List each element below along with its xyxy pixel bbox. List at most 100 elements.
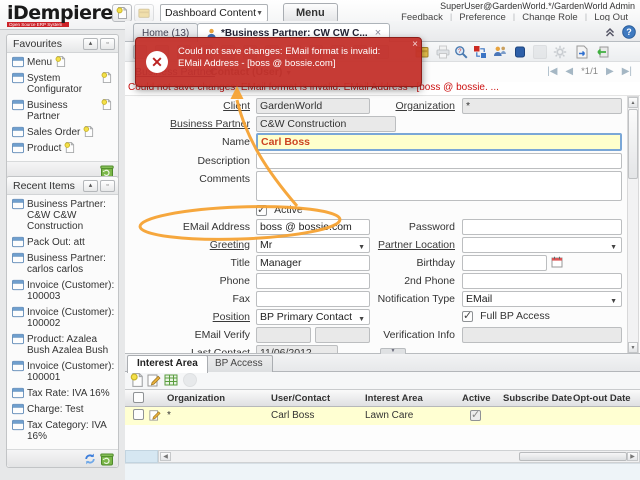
column-header-opt-out-date[interactable]: Opt-out Date: [573, 393, 631, 404]
column-header-active[interactable]: Active: [462, 393, 491, 404]
dashboard-content-select[interactable]: Dashboard Content ▼: [160, 4, 268, 22]
previous-record-button[interactable]: ◀: [565, 66, 573, 77]
scroll-up-button[interactable]: ▲: [628, 97, 638, 108]
detail-toolbar: [125, 372, 640, 389]
grid-toggle-icon[interactable]: [164, 373, 178, 387]
folder-button[interactable]: [134, 4, 154, 22]
table-horizontal-scrollbar[interactable]: ◀ ▶: [125, 450, 640, 463]
new-record-icon[interactable]: [101, 72, 112, 83]
print-preview-icon[interactable]: [454, 45, 468, 59]
second-phone-input[interactable]: [462, 273, 622, 289]
client-label[interactable]: Client: [128, 99, 250, 114]
print-icon[interactable]: [436, 45, 450, 59]
greeting-label[interactable]: Greeting: [128, 238, 250, 253]
workflow-icon[interactable]: [473, 45, 487, 59]
menu-button[interactable]: Menu: [283, 3, 338, 23]
recent-item[interactable]: Tax Category: IVA 16%: [12, 420, 115, 442]
recent-item[interactable]: Pack Out: att: [12, 237, 115, 248]
table-row[interactable]: * Carl Boss Lawn Care ✓: [125, 407, 640, 425]
new-record-icon[interactable]: [101, 99, 112, 110]
calendar-icon[interactable]: [551, 256, 563, 268]
share-contacts-icon[interactable]: [493, 45, 507, 59]
maximize-panel-button[interactable]: ▫: [100, 180, 115, 192]
new-record-icon[interactable]: [64, 142, 75, 153]
email-address-label: EMail Address: [128, 220, 250, 235]
position-select[interactable]: BP Primary Contact ▼: [256, 309, 370, 325]
favourite-item-menu[interactable]: Menu: [12, 57, 115, 68]
scrollbar-thumb[interactable]: [628, 109, 638, 179]
recent-item[interactable]: Charge: Test: [12, 404, 115, 415]
recent-item[interactable]: Business Partner: carlos carlos: [12, 253, 115, 275]
new-record-icon[interactable]: [83, 126, 94, 137]
recent-item[interactable]: Product: Azalea Bush Azalea Bush: [12, 334, 115, 356]
window-icon: [12, 419, 24, 431]
chevron-down-icon: ▼: [358, 313, 365, 327]
business-partner-label[interactable]: Business Partner: [128, 117, 250, 132]
column-header-user-contact[interactable]: User/Contact: [271, 393, 330, 404]
tab-bp-access[interactable]: BP Access: [205, 355, 273, 372]
export-icon[interactable]: [575, 45, 589, 59]
column-header-interest-area[interactable]: Interest Area: [365, 393, 423, 404]
password-input[interactable]: [462, 219, 622, 235]
favourite-item-system-configurator[interactable]: System Configurator: [12, 73, 115, 95]
scroll-left-button[interactable]: ◀: [160, 452, 171, 461]
new-record-icon[interactable]: [55, 56, 66, 67]
new-record-icon[interactable]: [130, 373, 144, 387]
comments-label: Comments: [128, 172, 250, 187]
recent-item[interactable]: Tax Rate: IVA 16%: [12, 388, 115, 399]
partner-location-label[interactable]: Partner Location: [353, 238, 455, 253]
recent-item[interactable]: Invoice (Customer): 100001: [12, 361, 115, 383]
favourite-item-product[interactable]: Product: [12, 143, 115, 154]
detail-bottom-strip: [125, 463, 640, 480]
birthday-input[interactable]: [462, 255, 547, 271]
recent-item[interactable]: Invoice (Customer): 100002: [12, 307, 115, 329]
form-vertical-scrollbar[interactable]: ▲ ▼: [627, 96, 639, 353]
maximize-panel-button[interactable]: ▫: [100, 38, 115, 50]
comments-textarea[interactable]: [256, 171, 622, 201]
refresh-icon[interactable]: [83, 452, 97, 466]
position-label[interactable]: Position: [128, 310, 250, 325]
new-doc-icon: [116, 7, 128, 19]
scroll-down-button[interactable]: ▼: [628, 342, 638, 353]
row-checkbox[interactable]: [133, 409, 144, 420]
close-popup-icon[interactable]: ×: [412, 39, 418, 50]
new-window-button[interactable]: [112, 4, 132, 22]
scrollbar-track[interactable]: ◀ ▶: [158, 450, 640, 463]
cell-interest-area: Lawn Care: [365, 410, 413, 421]
last-contact-label: Last Contact: [128, 346, 250, 353]
edit-record-icon[interactable]: [147, 373, 161, 387]
scroll-right-button[interactable]: ▶: [627, 452, 638, 461]
product-info-icon[interactable]: [513, 45, 527, 59]
column-header-subscribe-date[interactable]: Subscribe Date: [503, 393, 572, 404]
notification-type-select[interactable]: EMail ▼: [462, 291, 622, 307]
recent-item[interactable]: Business Partner: C&W C&W Construction: [12, 199, 115, 232]
next-record-button[interactable]: ▶: [606, 66, 614, 77]
record-navigation: |◀ ◀ *1/1 ▶ ▶|: [547, 66, 632, 77]
column-header-organization[interactable]: Organization: [167, 393, 225, 404]
active-checkbox[interactable]: ✓: [256, 205, 267, 216]
name-input[interactable]: [256, 133, 622, 151]
collapse-all-icon[interactable]: [604, 26, 616, 38]
favourite-item-sales-order[interactable]: Sales Order: [12, 127, 115, 138]
active-checkbox-row: ✓ Active: [256, 204, 303, 218]
full-bp-access-checkbox[interactable]: ✓: [462, 311, 473, 322]
window-icon: [12, 236, 24, 248]
favourite-item-business-partner[interactable]: Business Partner: [12, 100, 115, 122]
scrollbar-thumb[interactable]: [519, 452, 627, 461]
tab-interest-area[interactable]: Interest Area: [127, 355, 208, 373]
partner-location-select[interactable]: ▼: [462, 237, 622, 253]
delete-bin-icon[interactable]: [100, 452, 114, 466]
organization-label[interactable]: Organization: [353, 99, 455, 114]
collapse-panel-button[interactable]: ▴: [83, 38, 98, 50]
collapse-panel-button[interactable]: ▴: [83, 180, 98, 192]
last-record-button[interactable]: ▶|: [622, 66, 632, 77]
recent-items-title: Recent Items: [13, 180, 81, 192]
select-all-checkbox[interactable]: [133, 392, 144, 403]
edit-row-icon[interactable]: [149, 409, 161, 421]
process-gear-icon: [553, 45, 567, 59]
recent-item[interactable]: Invoice (Customer): 100003: [12, 280, 115, 302]
import-icon[interactable]: [595, 45, 609, 59]
first-record-button[interactable]: |◀: [547, 66, 557, 77]
help-icon[interactable]: [622, 25, 636, 39]
description-input[interactable]: [256, 153, 622, 169]
